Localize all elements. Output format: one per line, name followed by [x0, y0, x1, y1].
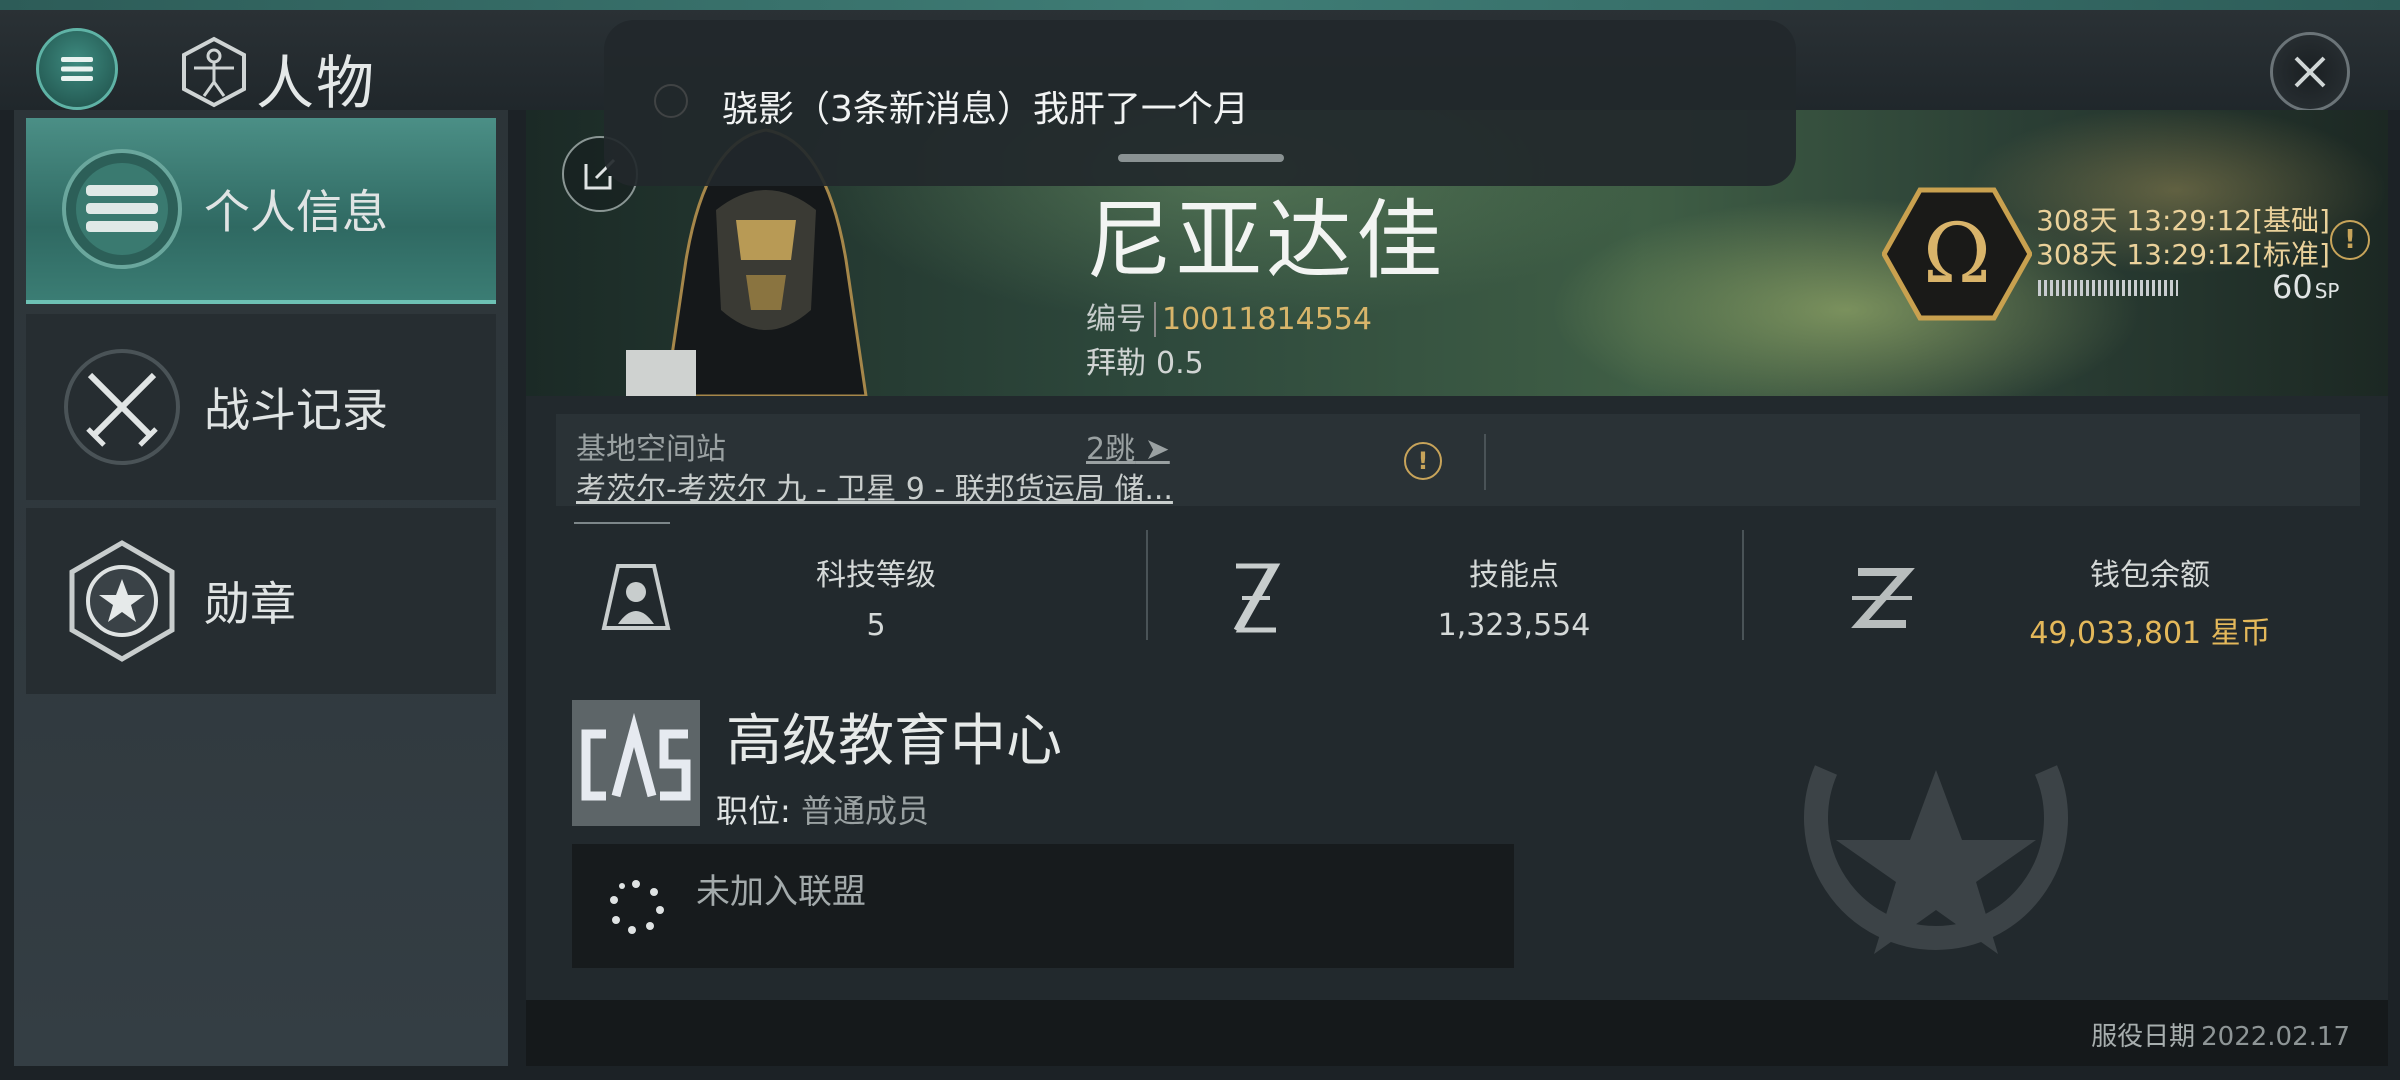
omega-standard-timer: 308天 13:29:12[标准] — [2036, 238, 2330, 271]
character-id-row: 编号 10011814554 — [1086, 294, 1372, 338]
top-accent-strip — [0, 0, 2400, 10]
omega-basic-timer: 308天 13:29:12[基础] — [2036, 204, 2330, 237]
skill-points-label: 技能点 — [1469, 558, 1559, 593]
isk-currency-icon — [1851, 568, 1915, 628]
station-jumps[interactable]: 2跳 ➤ — [1086, 424, 1170, 468]
stats-tab-indicator — [574, 522, 670, 524]
station-name[interactable]: 考茨尔-考茨尔 九 - 卫星 9 - 联邦货运局 储... — [576, 464, 1196, 508]
character-name: 尼亚达佳 — [1086, 191, 1446, 291]
svg-text:Ω: Ω — [1923, 207, 1991, 302]
wallet-value: 49,033,801 星币 — [2029, 616, 2271, 651]
tech-level-value: 5 — [866, 608, 886, 643]
list-icon — [60, 147, 184, 271]
sp-progress-bar — [2038, 280, 2178, 296]
crossed-swords-icon — [60, 345, 184, 469]
service-date-label: 服役日期 — [2091, 1022, 2196, 1052]
notification-text: 骁影（3条新消息）我肝了一个月 — [722, 89, 1249, 130]
toast-drag-handle[interactable] — [1118, 154, 1284, 162]
alliance-status: 未加入联盟 — [696, 872, 866, 912]
vitruvian-character-icon — [182, 36, 246, 108]
pilot-license-icon — [601, 564, 671, 630]
hourglass-dna-icon — [1233, 563, 1281, 633]
sidebar: 个人信息 战斗记录 勋章 — [14, 110, 508, 1066]
notification-icon — [654, 84, 688, 118]
sidebar-item-personal-info[interactable]: 个人信息 — [26, 118, 496, 304]
omega-info-icon[interactable]: ! — [2330, 220, 2370, 260]
station-divider — [1484, 434, 1486, 490]
sidebar-item-combat-log[interactable]: 战斗记录 — [26, 314, 496, 500]
faction-emblem-watermark — [1804, 765, 2068, 954]
home-station-row[interactable]: 基地空间站 2跳 ➤ 考茨尔-考茨尔 九 - 卫星 9 - 联邦货运局 储...… — [556, 414, 2360, 508]
corporation-role: 职位: 普通成员 — [716, 792, 929, 830]
alliance-row[interactable]: 未加入联盟 — [572, 844, 1514, 968]
stats-row: 科技等级 5 技能点 1,323,554 钱包余额 49,033,801 星币 — [556, 522, 2360, 651]
sidebar-item-label: 个人信息 — [204, 185, 388, 239]
stat-divider — [1742, 530, 1744, 640]
sp-value: 60 SP — [2272, 268, 2339, 306]
skill-points-stat: 技能点 1,323,554 — [1156, 530, 1736, 650]
corporation-logo[interactable] — [572, 700, 700, 826]
tech-level-label: 科技等级 — [816, 558, 936, 593]
sp-unit: SP — [2314, 279, 2340, 303]
jumps-text: 2跳 — [1086, 432, 1136, 467]
footer-bar: 服役日期 2022.02.17 — [526, 1000, 2388, 1066]
close-button[interactable] — [2270, 32, 2350, 112]
star-medal-icon — [60, 539, 184, 663]
service-date: 服役日期 2022.02.17 — [2091, 1016, 2350, 1053]
sp-number: 60 — [2272, 268, 2313, 306]
id-label: 编号 — [1086, 302, 1146, 337]
id-value[interactable]: 10011814554 — [1154, 302, 1372, 337]
skill-points-value: 1,323,554 — [1437, 608, 1591, 643]
sidebar-item-medals[interactable]: 勋章 — [26, 508, 496, 694]
menu-button[interactable] — [36, 28, 118, 110]
close-icon — [2294, 56, 2326, 88]
service-date-value: 2022.02.17 — [2201, 1022, 2350, 1052]
hamburger-icon — [61, 57, 93, 81]
wallet-stat[interactable]: 钱包余额 49,033,801 星币 — [1752, 530, 2360, 651]
station-label: 基地空间站 — [576, 432, 726, 467]
stat-divider — [1146, 530, 1148, 640]
security-value: 0.5 — [1156, 346, 1204, 381]
notification-toast[interactable]: 骁影（3条新消息）我肝了一个月 — [604, 20, 1796, 186]
main-panel: 尼亚达佳 编号 10011814554 拜勒 0.5 Ω 308天 13:29:12… — [526, 110, 2388, 1066]
security-label: 拜勒 — [1086, 346, 1146, 381]
station-info-icon[interactable]: ! — [1404, 442, 1442, 480]
role-label: 职位 — [716, 792, 781, 830]
sidebar-item-label: 战斗记录 — [204, 383, 388, 437]
navigate-arrow-icon: ➤ — [1135, 432, 1170, 467]
security-row: 拜勒 0.5 — [1086, 338, 1204, 382]
corporation-name[interactable]: 高级教育中心 — [726, 696, 1062, 777]
sidebar-item-label: 勋章 — [204, 577, 296, 631]
wallet-label: 钱包余额 — [2090, 558, 2210, 593]
alliance-stars-icon — [610, 880, 664, 934]
tech-level-stat: 科技等级 5 — [556, 530, 1146, 650]
omega-timers: 308天 13:29:12[基础] 308天 13:29:12[标准] — [2036, 204, 2330, 272]
role-value: 普通成员 — [800, 792, 929, 830]
omega-icon[interactable]: Ω — [1882, 186, 2032, 322]
page-title: 人物 — [256, 49, 377, 117]
